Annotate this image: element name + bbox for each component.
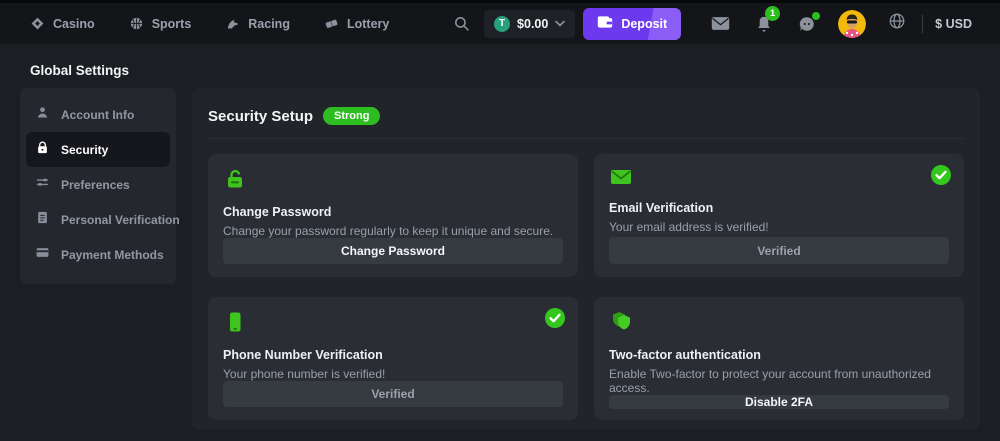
nav-item-label: Racing: [248, 17, 290, 31]
nav-item-label: Casino: [53, 17, 95, 31]
sports-icon: [129, 16, 144, 31]
search-icon[interactable]: [453, 15, 470, 32]
card-title: Two-factor authentication: [609, 348, 949, 362]
panel-header: Security Setup Strong: [208, 107, 964, 125]
card-description: Your phone number is verified!: [223, 367, 563, 381]
casino-icon: [30, 16, 45, 31]
chat-button[interactable]: [798, 15, 816, 33]
document-icon: [35, 210, 50, 230]
sidebar-item-label: Personal Verification: [61, 213, 180, 227]
nav-item-label: Sports: [152, 17, 192, 31]
sliders-icon: [35, 175, 50, 195]
card-title: Phone Number Verification: [223, 348, 563, 362]
envelope-icon: [609, 167, 949, 192]
wallet-icon: [597, 15, 613, 32]
sidebar-item-payment-methods[interactable]: Payment Methods: [26, 237, 170, 272]
nav-item-lottery[interactable]: Lottery: [324, 16, 389, 31]
card-title: Change Password: [223, 205, 563, 219]
sidebar-item-preferences[interactable]: Preferences: [26, 167, 170, 202]
card-description: Change your password regularly to keep i…: [223, 224, 563, 238]
user-icon: [35, 105, 50, 125]
nav-item-racing[interactable]: Racing: [225, 16, 290, 31]
divider: [922, 15, 923, 33]
header-divider: [208, 138, 964, 139]
messages-button[interactable]: [711, 16, 730, 31]
nav-item-casino[interactable]: Casino: [30, 16, 95, 31]
tether-coin-icon: T: [494, 16, 510, 32]
sidebar-item-label: Security: [61, 143, 108, 157]
panel-title: Security Setup: [208, 108, 313, 125]
sidebar-item-label: Preferences: [61, 178, 130, 192]
email-verification-card: Email Verification Your email address is…: [594, 154, 964, 277]
security-cards: Change Password Change your password reg…: [208, 154, 964, 420]
card-description: Enable Two-factor to protect your accoun…: [609, 367, 949, 395]
settings-sidebar: Account Info Security Preferences Person…: [20, 88, 176, 284]
currency-selector[interactable]: $ USD: [935, 17, 972, 31]
email-verified-button[interactable]: Verified: [609, 237, 949, 264]
nav-links: Casino Sports Racing Lottery: [30, 16, 389, 31]
phone-verified-button[interactable]: Verified: [223, 381, 563, 407]
top-navbar: Casino Sports Racing Lottery T $0.00: [0, 0, 1000, 44]
card-title: Email Verification: [609, 201, 949, 215]
sidebar-item-security[interactable]: Security: [26, 132, 170, 167]
sidebar-item-personal-verification[interactable]: Personal Verification: [26, 202, 170, 237]
racing-icon: [225, 16, 240, 31]
verified-check-icon: [931, 165, 951, 190]
chat-status-dot: [812, 12, 820, 20]
sidebar-item-account-info[interactable]: Account Info: [26, 97, 170, 132]
sidebar-item-label: Account Info: [61, 108, 134, 122]
globe-icon: [888, 12, 906, 30]
credit-card-icon: [35, 245, 50, 265]
balance-amount: $0.00: [517, 17, 548, 31]
phone-icon: [223, 310, 563, 339]
change-password-card: Change Password Change your password reg…: [208, 154, 578, 277]
phone-verification-card: Phone Number Verification Your phone num…: [208, 297, 578, 420]
security-setup-panel: Security Setup Strong Change Password Ch…: [192, 88, 980, 430]
verified-check-icon: [545, 308, 565, 333]
avatar[interactable]: [838, 10, 866, 38]
lottery-icon: [324, 16, 339, 31]
nav-item-sports[interactable]: Sports: [129, 16, 192, 31]
card-description: Your email address is verified!: [609, 220, 949, 234]
nav-actions: T $0.00 Deposit 1: [453, 8, 972, 40]
change-password-button[interactable]: Change Password: [223, 238, 563, 264]
notifications-button[interactable]: 1: [756, 15, 772, 33]
chevron-down-icon: [555, 20, 565, 27]
balance-selector[interactable]: T $0.00: [484, 10, 575, 38]
nav-item-label: Lottery: [347, 17, 389, 31]
mail-icon: [711, 16, 730, 31]
deposit-button[interactable]: Deposit: [583, 8, 681, 40]
lock-icon: [35, 140, 50, 160]
page-title: Global Settings: [30, 63, 129, 78]
deposit-label: Deposit: [621, 17, 667, 31]
lock-open-icon: [223, 167, 563, 196]
two-factor-card: Two-factor authentication Enable Two-fac…: [594, 297, 964, 420]
language-button[interactable]: [888, 12, 906, 35]
sidebar-item-label: Payment Methods: [61, 248, 164, 262]
two-factor-shield-icon: [609, 310, 949, 339]
notification-badge: 1: [765, 6, 780, 21]
strength-badge: Strong: [323, 107, 380, 125]
disable-2fa-button[interactable]: Disable 2FA: [609, 395, 949, 409]
